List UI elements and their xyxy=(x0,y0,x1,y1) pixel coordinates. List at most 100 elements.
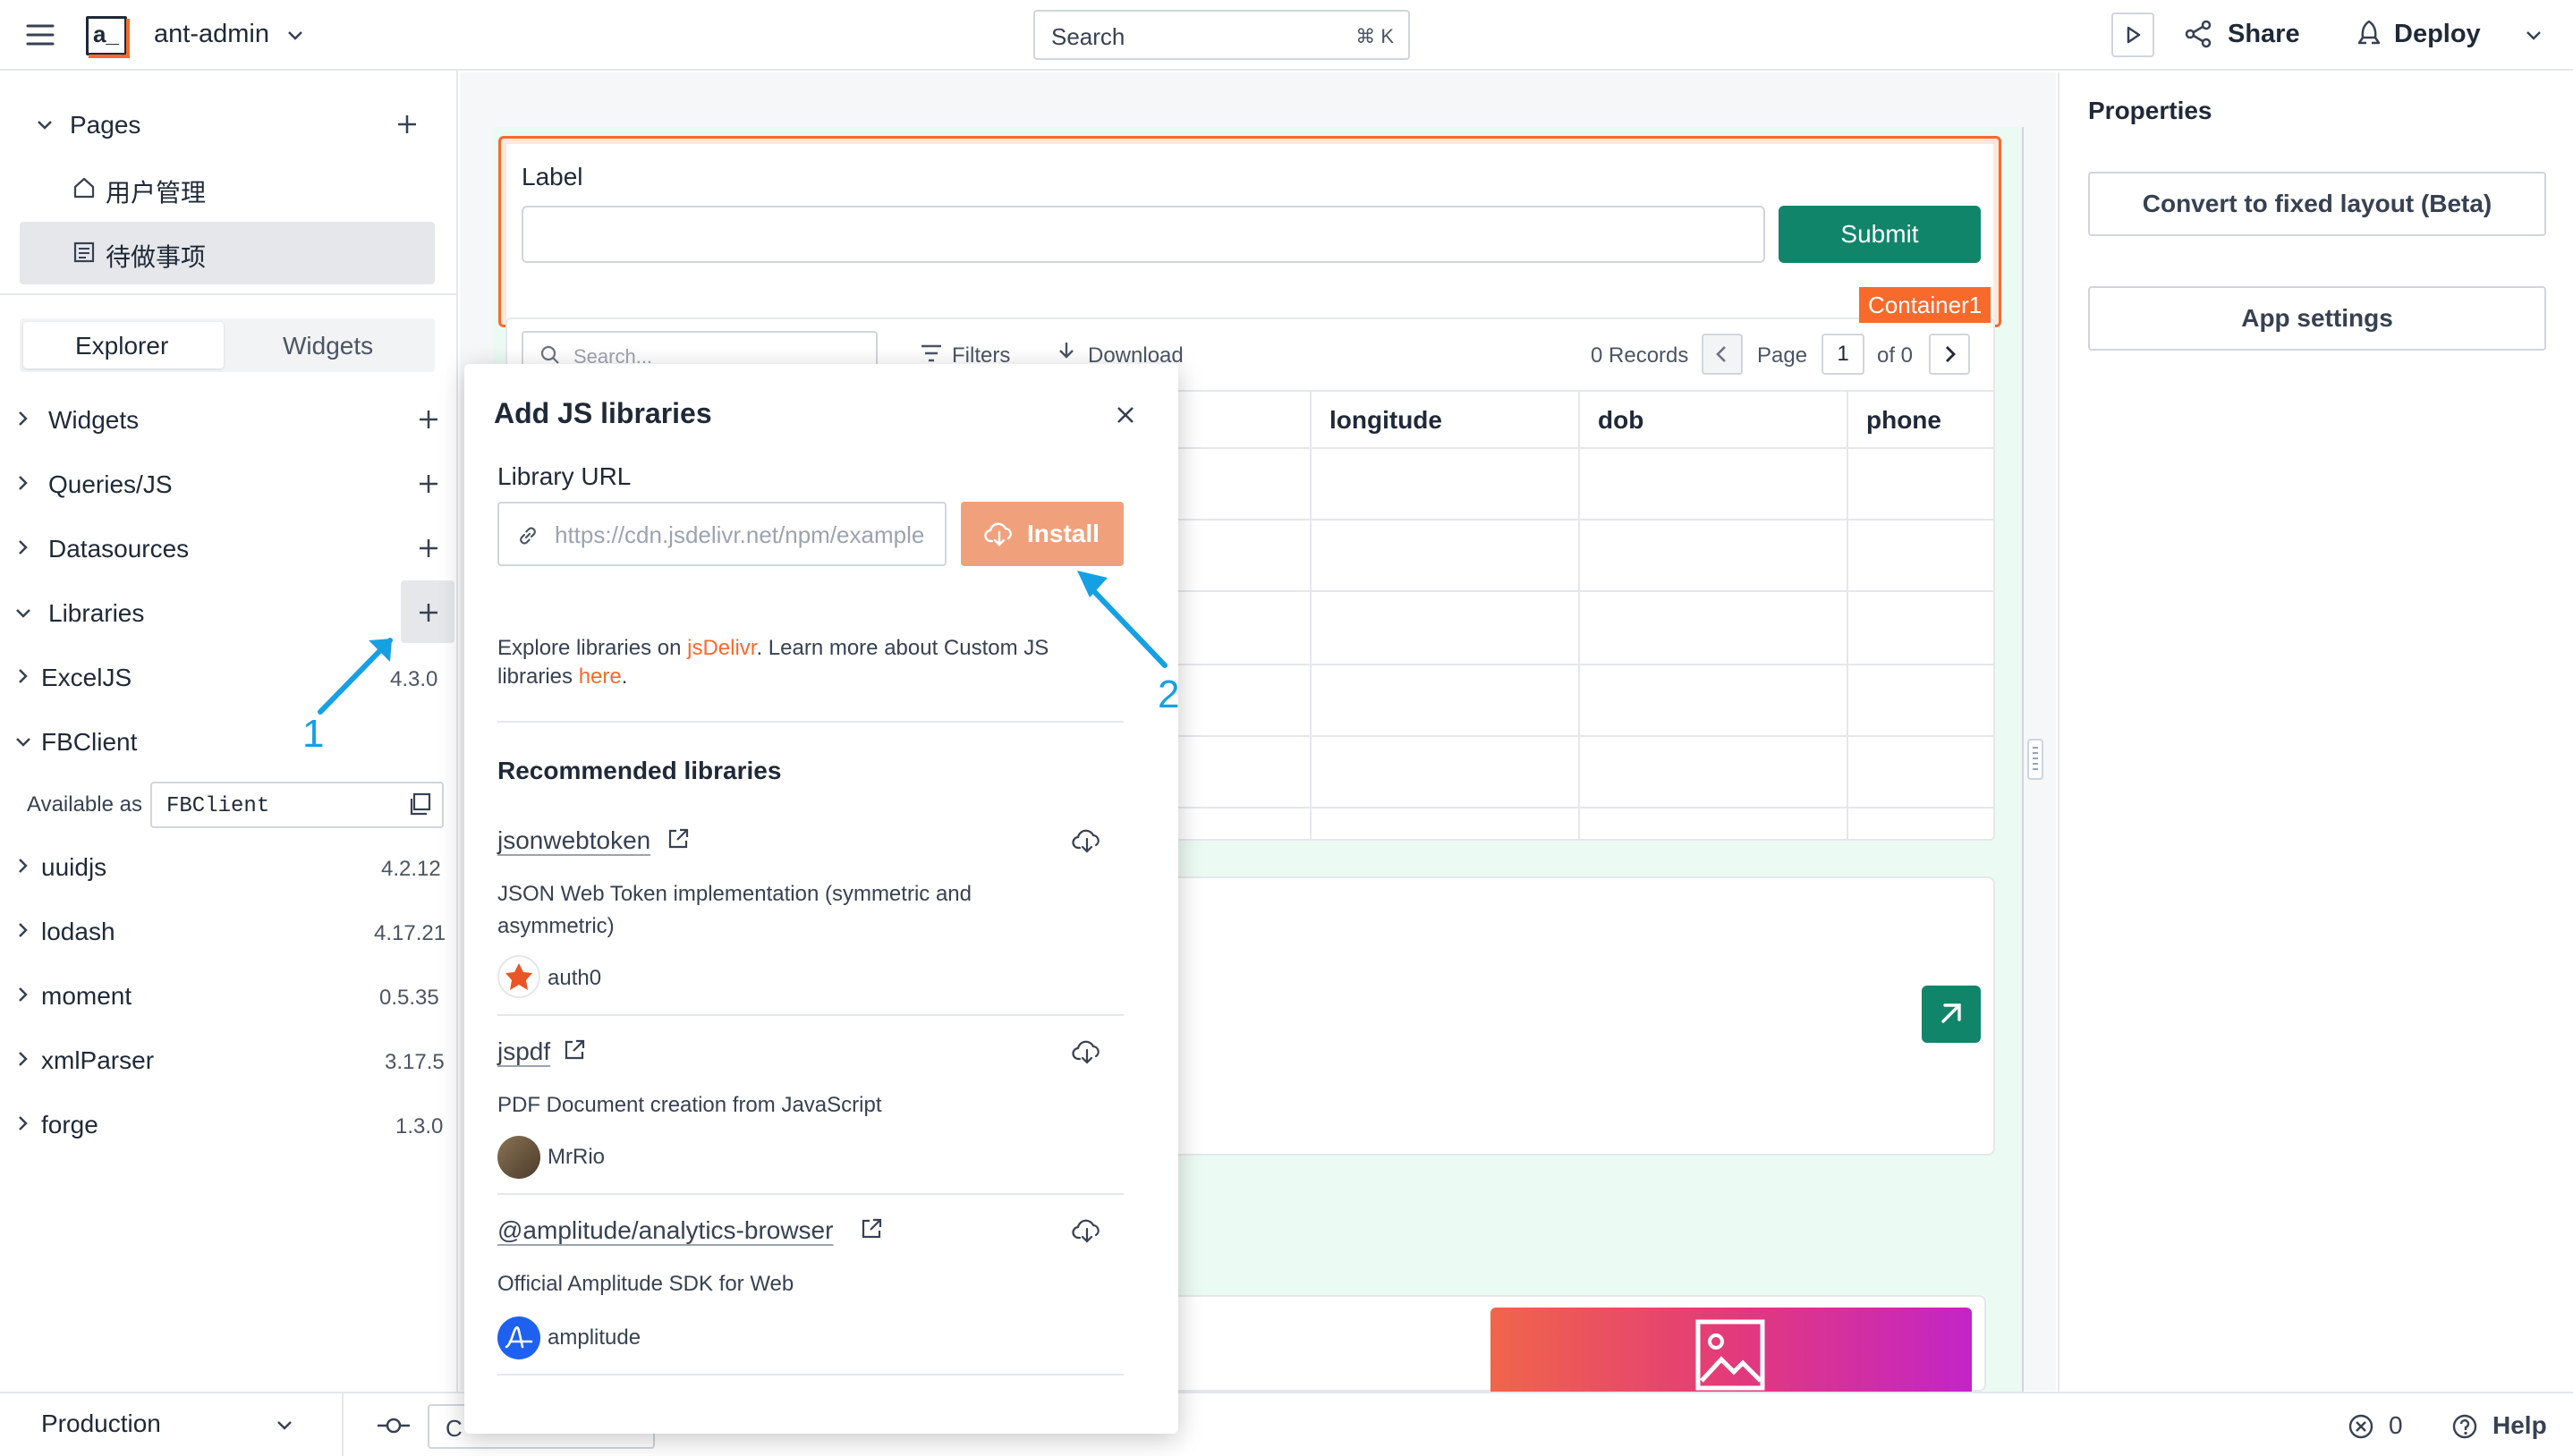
page-item[interactable]: 用户管理 xyxy=(106,174,206,209)
library-item[interactable]: lodash xyxy=(41,918,115,946)
chevron-right-icon[interactable] xyxy=(14,855,32,876)
library-url-placeholder: https://cdn.jsdelivr.net/npm/example xyxy=(555,521,925,548)
library-version: 3.17.5 xyxy=(385,1050,445,1074)
open-link-button[interactable] xyxy=(1922,986,1981,1043)
annotation-arrow xyxy=(1061,562,1177,678)
next-page-button[interactable] xyxy=(1929,334,1970,375)
library-item[interactable]: forge xyxy=(41,1111,98,1139)
properties-title: Properties xyxy=(2088,97,2212,124)
image-widget[interactable] xyxy=(1490,1308,1972,1392)
environment-select[interactable]: Production xyxy=(41,1409,161,1438)
submit-button[interactable]: Submit xyxy=(1779,206,1981,263)
recommended-library-name[interactable]: @amplitude/analytics-browser xyxy=(497,1216,833,1245)
share-icon[interactable] xyxy=(2183,18,2215,50)
library-item[interactable]: moment xyxy=(41,982,132,1011)
chevron-left-icon xyxy=(1716,346,1726,362)
close-icon[interactable] xyxy=(1115,404,1136,426)
pages-header[interactable]: Pages xyxy=(70,111,140,140)
download-icon[interactable] xyxy=(1056,340,1077,363)
arrow-up-right-icon xyxy=(1941,1003,1961,1023)
library-url-input[interactable]: https://cdn.jsdelivr.net/npm/example xyxy=(497,502,947,566)
chevron-down-icon[interactable] xyxy=(34,114,55,136)
help-icon[interactable] xyxy=(2451,1413,2478,1440)
chevron-right-icon[interactable] xyxy=(14,665,32,687)
prev-page-button[interactable] xyxy=(1702,334,1743,375)
properties-pane xyxy=(2058,72,2573,1392)
share-button[interactable]: Share xyxy=(2228,20,2300,49)
recommended-library-name[interactable]: jsonwebtoken xyxy=(497,826,650,855)
library-url-label: Library URL xyxy=(497,462,632,490)
chevron-right-icon[interactable] xyxy=(14,1113,32,1134)
section-widgets[interactable]: Widgets xyxy=(48,406,139,435)
available-as-label: Available as xyxy=(27,792,142,817)
deploy-button[interactable]: Deploy xyxy=(2394,20,2481,49)
external-link-icon[interactable] xyxy=(859,1216,884,1241)
note-text: Explore libraries on xyxy=(497,636,688,660)
search-icon xyxy=(540,345,559,364)
resize-handle[interactable] xyxy=(2027,739,2043,780)
library-item[interactable]: uuidjs xyxy=(41,853,106,882)
recommended-library-name[interactable]: jspdf xyxy=(497,1037,550,1066)
chevron-right-icon[interactable] xyxy=(14,984,32,1005)
jsdelivr-link[interactable]: jsDelivr xyxy=(687,636,756,660)
docs-link[interactable]: here xyxy=(579,665,622,689)
preview-button[interactable] xyxy=(2111,13,2154,57)
library-item[interactable]: FBClient xyxy=(41,728,137,757)
external-link-icon[interactable] xyxy=(666,826,691,851)
tab-widgets[interactable]: Widgets xyxy=(283,332,373,360)
filter-icon[interactable] xyxy=(920,343,943,363)
container-tag[interactable]: Container1 xyxy=(1859,287,1991,323)
section-queries[interactable]: Queries/JS xyxy=(48,470,173,499)
help-button[interactable]: Help xyxy=(2492,1411,2547,1440)
search-placeholder: Search xyxy=(1051,23,1125,50)
page-total: of 0 xyxy=(1877,343,1914,368)
card-widget[interactable] xyxy=(1163,876,1995,1155)
error-icon[interactable] xyxy=(2348,1413,2374,1440)
chevron-down-icon[interactable] xyxy=(13,603,34,624)
annotation-step-2: 2 xyxy=(1158,673,1180,716)
chevron-down-icon[interactable] xyxy=(284,25,306,47)
library-item[interactable]: ExcelJS xyxy=(41,664,132,692)
column-header-dob[interactable]: dob xyxy=(1598,406,1643,435)
column-header-phone[interactable]: phone xyxy=(1866,406,1941,435)
page-number-input[interactable]: 1 xyxy=(1821,334,1864,375)
column-header-longitude[interactable]: longitude xyxy=(1329,406,1442,435)
library-item[interactable]: xmlParser xyxy=(41,1046,154,1075)
recommended-library-author: MrRio xyxy=(548,1145,605,1169)
app-name[interactable]: ant-admin xyxy=(154,20,269,49)
add-widget-icon[interactable] xyxy=(417,408,440,431)
chevron-right-icon[interactable] xyxy=(14,472,32,494)
convert-layout-button[interactable]: Convert to fixed layout (Beta) xyxy=(2088,172,2546,236)
add-page-icon[interactable] xyxy=(395,113,419,136)
chevron-right-icon[interactable] xyxy=(14,408,32,429)
git-commit-icon[interactable] xyxy=(376,1413,412,1438)
chevron-right-icon[interactable] xyxy=(14,1048,32,1070)
cloud-download-icon[interactable] xyxy=(1072,1216,1102,1245)
section-libraries[interactable]: Libraries xyxy=(48,599,144,628)
external-link-icon[interactable] xyxy=(562,1037,587,1062)
chevron-down-icon[interactable] xyxy=(13,732,34,753)
chevron-right-icon[interactable] xyxy=(14,919,32,941)
chevron-right-icon[interactable] xyxy=(14,537,32,558)
available-as-field[interactable]: FBClient xyxy=(150,782,444,828)
cloud-download-icon[interactable] xyxy=(1072,826,1102,855)
divider xyxy=(497,1014,1124,1016)
menu-icon[interactable] xyxy=(25,21,55,48)
annotation-step-1: 1 xyxy=(302,712,325,756)
global-search[interactable]: Search ⌘ K xyxy=(1033,10,1410,60)
divider xyxy=(0,293,456,295)
add-library-icon[interactable] xyxy=(417,601,440,624)
label-input[interactable] xyxy=(522,206,1765,263)
install-button[interactable]: Install xyxy=(961,502,1124,566)
app-settings-button[interactable]: App settings xyxy=(2088,286,2546,351)
rocket-icon[interactable] xyxy=(2353,18,2385,50)
library-version: 0.5.35 xyxy=(379,986,439,1010)
add-datasource-icon[interactable] xyxy=(417,537,440,560)
home-icon xyxy=(72,175,97,200)
chevron-down-icon[interactable] xyxy=(274,1415,295,1436)
section-datasources[interactable]: Datasources xyxy=(48,535,189,563)
copy-icon[interactable] xyxy=(406,791,433,817)
cloud-download-icon[interactable] xyxy=(1072,1037,1102,1066)
chevron-down-icon[interactable] xyxy=(2523,25,2544,47)
add-query-icon[interactable] xyxy=(417,472,440,495)
